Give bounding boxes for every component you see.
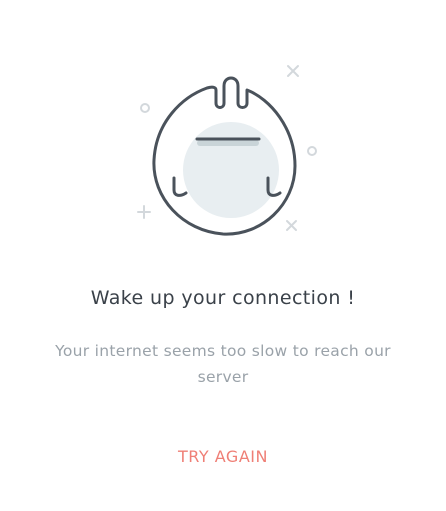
decoration-cross-icon [286,220,297,231]
sleepy-robot-head-icon [152,76,297,236]
error-message: Your internet seems too slow to reach ou… [55,342,391,386]
decoration-circle-icon [307,146,317,156]
decoration-circle-icon [140,103,150,113]
no-connection-illustration [137,65,317,236]
error-title: Wake up your connection ! [90,287,356,309]
try-again-button[interactable]: TRY AGAIN [143,440,303,474]
decoration-plus-icon [137,205,151,219]
decoration-cross-icon [287,65,299,77]
